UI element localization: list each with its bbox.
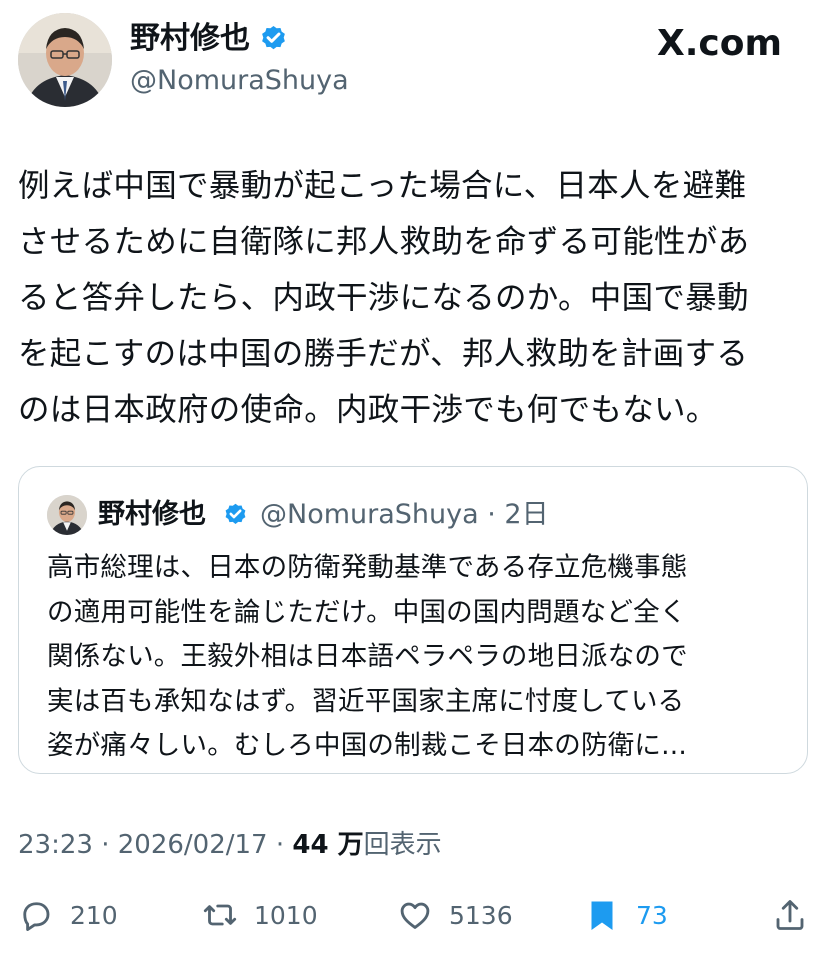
author-name[interactable]: 野村修也 bbox=[130, 18, 250, 60]
action-bar: 210 1010 5136 73 bbox=[0, 890, 828, 940]
view-count: 44 万 bbox=[292, 830, 364, 860]
brand-logo: X.com bbox=[657, 22, 782, 66]
view-label: 回表示 bbox=[363, 830, 442, 860]
author-avatar-image bbox=[18, 13, 112, 107]
reply-icon bbox=[23, 902, 50, 931]
like-icon bbox=[400, 902, 430, 929]
reply-count: 210 bbox=[70, 900, 118, 930]
brand-text: X.com bbox=[657, 23, 783, 64]
like-button[interactable]: 5136 bbox=[397, 890, 513, 940]
tweet-time[interactable]: 23:23 bbox=[18, 830, 93, 860]
repost-icon bbox=[203, 904, 237, 926]
repost-count: 1010 bbox=[254, 900, 318, 930]
repost-button[interactable]: 1010 bbox=[202, 890, 318, 940]
bookmark-icon bbox=[591, 901, 613, 930]
author-avatar[interactable] bbox=[18, 13, 112, 107]
quoted-age: 2日 bbox=[504, 499, 549, 530]
share-icon bbox=[776, 900, 804, 930]
verified-badge-icon bbox=[225, 503, 246, 524]
share-button[interactable] bbox=[772, 890, 808, 940]
like-count: 5136 bbox=[449, 900, 513, 930]
reply-button[interactable]: 210 bbox=[18, 890, 118, 940]
tweet-text: 例えば中国で暴動が起こった場合に、日本人を避難 させるために自衛隊に邦人救助を命… bbox=[18, 168, 750, 428]
quoted-avatar-image bbox=[47, 495, 87, 535]
quoted-author-name: 野村修也 bbox=[98, 499, 206, 530]
bookmark-count: 73 bbox=[636, 900, 668, 930]
author-handle[interactable]: @NomuraShuya bbox=[130, 62, 349, 100]
verified-badge-icon bbox=[262, 25, 285, 50]
bookmark-button[interactable]: 73 bbox=[584, 890, 668, 940]
quoted-author-handle: @NomuraShuya · 2日 bbox=[260, 499, 549, 530]
quoted-tweet-text: 高市総理は、日本の防衛発動基準である存立危機事態 の適用可能性を論じただけ。中国… bbox=[47, 552, 688, 761]
quoted-author-avatar bbox=[47, 495, 87, 535]
quoted-handle-text: @NomuraShuya bbox=[260, 499, 479, 530]
tweet-meta: 23:23 · 2026/02/17 · 44 万回表示 bbox=[18, 830, 442, 860]
quoted-tweet-card[interactable]: 野村修也 @NomuraShuya · 2日 高市総理は、日本の防衛発動基準であ… bbox=[18, 466, 808, 774]
tweet-date[interactable]: 2026/02/17 bbox=[118, 830, 268, 860]
